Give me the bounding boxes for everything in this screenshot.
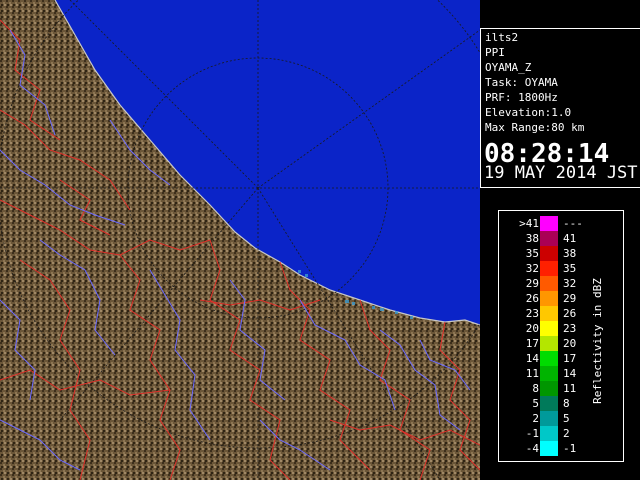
legend-high-value: 32 bbox=[563, 277, 577, 290]
prf-value: PRF: 1800Hz bbox=[485, 91, 558, 104]
legend-row: 14 17 bbox=[499, 351, 625, 366]
legend-high-value: 23 bbox=[563, 322, 577, 335]
legend-color-swatch bbox=[540, 426, 558, 441]
legend-color-swatch bbox=[540, 381, 558, 396]
legend-low-value: 14 bbox=[525, 352, 539, 365]
legend-color-swatch bbox=[540, 231, 558, 246]
legend-high-value: 35 bbox=[563, 262, 577, 275]
legend-low-value: 23 bbox=[525, 307, 539, 320]
legend-color-swatch bbox=[540, 291, 558, 306]
legend-row: -4 -1 bbox=[499, 441, 625, 456]
legend-low-value: 17 bbox=[525, 337, 539, 350]
legend-row: -1 2 bbox=[499, 426, 625, 441]
legend-row: 38 41 bbox=[499, 231, 625, 246]
legend-high-value: 26 bbox=[563, 307, 577, 320]
legend-high-value: 20 bbox=[563, 337, 577, 350]
legend-color-swatch bbox=[540, 336, 558, 351]
reflectivity-legend: >41 --- 38 41 35 38 32 35 29 32 26 29 23 26 20 23 17 20 14… bbox=[498, 210, 624, 462]
legend-low-value: 38 bbox=[525, 232, 539, 245]
legend-color-swatch bbox=[540, 306, 558, 321]
legend-low-value: 20 bbox=[525, 322, 539, 335]
legend-high-value: -1 bbox=[563, 442, 577, 455]
max-range-value: Max Range:80 km bbox=[485, 121, 585, 134]
legend-high-value: 17 bbox=[563, 352, 577, 365]
legend-low-value: 8 bbox=[532, 382, 539, 395]
legend-low-value: 2 bbox=[532, 412, 539, 425]
legend-low-value: 26 bbox=[525, 292, 539, 305]
legend-row: >41 --- bbox=[499, 216, 625, 231]
legend-title: Reflectivity in dBZ bbox=[591, 278, 604, 404]
legend-high-value: 14 bbox=[563, 367, 577, 380]
legend-low-value: -4 bbox=[525, 442, 539, 455]
legend-high-value: --- bbox=[563, 217, 583, 230]
legend-row: 26 29 bbox=[499, 291, 625, 306]
legend-low-value: 11 bbox=[525, 367, 539, 380]
legend-color-swatch bbox=[540, 411, 558, 426]
legend-color-swatch bbox=[540, 321, 558, 336]
radar-ppi-map bbox=[0, 0, 480, 480]
legend-row: 8 11 bbox=[499, 381, 625, 396]
legend-low-value: 29 bbox=[525, 277, 539, 290]
legend-row: 58 bbox=[499, 396, 625, 411]
legend-row: 17 20 bbox=[499, 336, 625, 351]
legend-high-value: 2 bbox=[563, 427, 570, 440]
product-name: OYAMA_Z bbox=[485, 61, 532, 74]
legend-row: 35 38 bbox=[499, 246, 625, 261]
legend-high-value: 5 bbox=[563, 412, 570, 425]
legend-low-value: -1 bbox=[525, 427, 539, 440]
legend-color-swatch bbox=[540, 351, 558, 366]
legend-row: 29 32 bbox=[499, 276, 625, 291]
legend-low-value: 35 bbox=[525, 247, 539, 260]
legend-row: 11 14 bbox=[499, 366, 625, 381]
legend-high-value: 41 bbox=[563, 232, 577, 245]
legend-row: 23 26 bbox=[499, 306, 625, 321]
elevation-value: Elevation:1.0 bbox=[485, 106, 572, 119]
legend-high-value: 8 bbox=[563, 397, 570, 410]
legend-high-value: 11 bbox=[563, 382, 577, 395]
legend-row: 32 35 bbox=[499, 261, 625, 276]
legend-row: 20 23 bbox=[499, 321, 625, 336]
scan-mode: PPI bbox=[485, 46, 505, 59]
legend-color-swatch bbox=[540, 246, 558, 261]
legend-high-value: 38 bbox=[563, 247, 577, 260]
scan-date: 19 MAY 2014 JST bbox=[484, 163, 638, 183]
legend-low-value: 32 bbox=[525, 262, 539, 275]
legend-low-value: >41 bbox=[519, 217, 539, 230]
legend-high-value: 29 bbox=[563, 292, 577, 305]
legend-color-swatch bbox=[540, 396, 558, 411]
legend-low-value: 5 bbox=[532, 397, 539, 410]
radar-info-panel: ilts2 PPI OYAMA_Z Task: OYAMA PRF: 1800H… bbox=[480, 28, 640, 188]
legend-row: 25 bbox=[499, 411, 625, 426]
legend-color-swatch bbox=[540, 276, 558, 291]
legend-color-swatch bbox=[540, 366, 558, 381]
legend-color-swatch bbox=[540, 261, 558, 276]
legend-color-swatch bbox=[540, 441, 558, 456]
legend-color-swatch bbox=[540, 216, 558, 231]
task-name: Task: OYAMA bbox=[485, 76, 558, 89]
radar-name: ilts2 bbox=[485, 31, 519, 44]
